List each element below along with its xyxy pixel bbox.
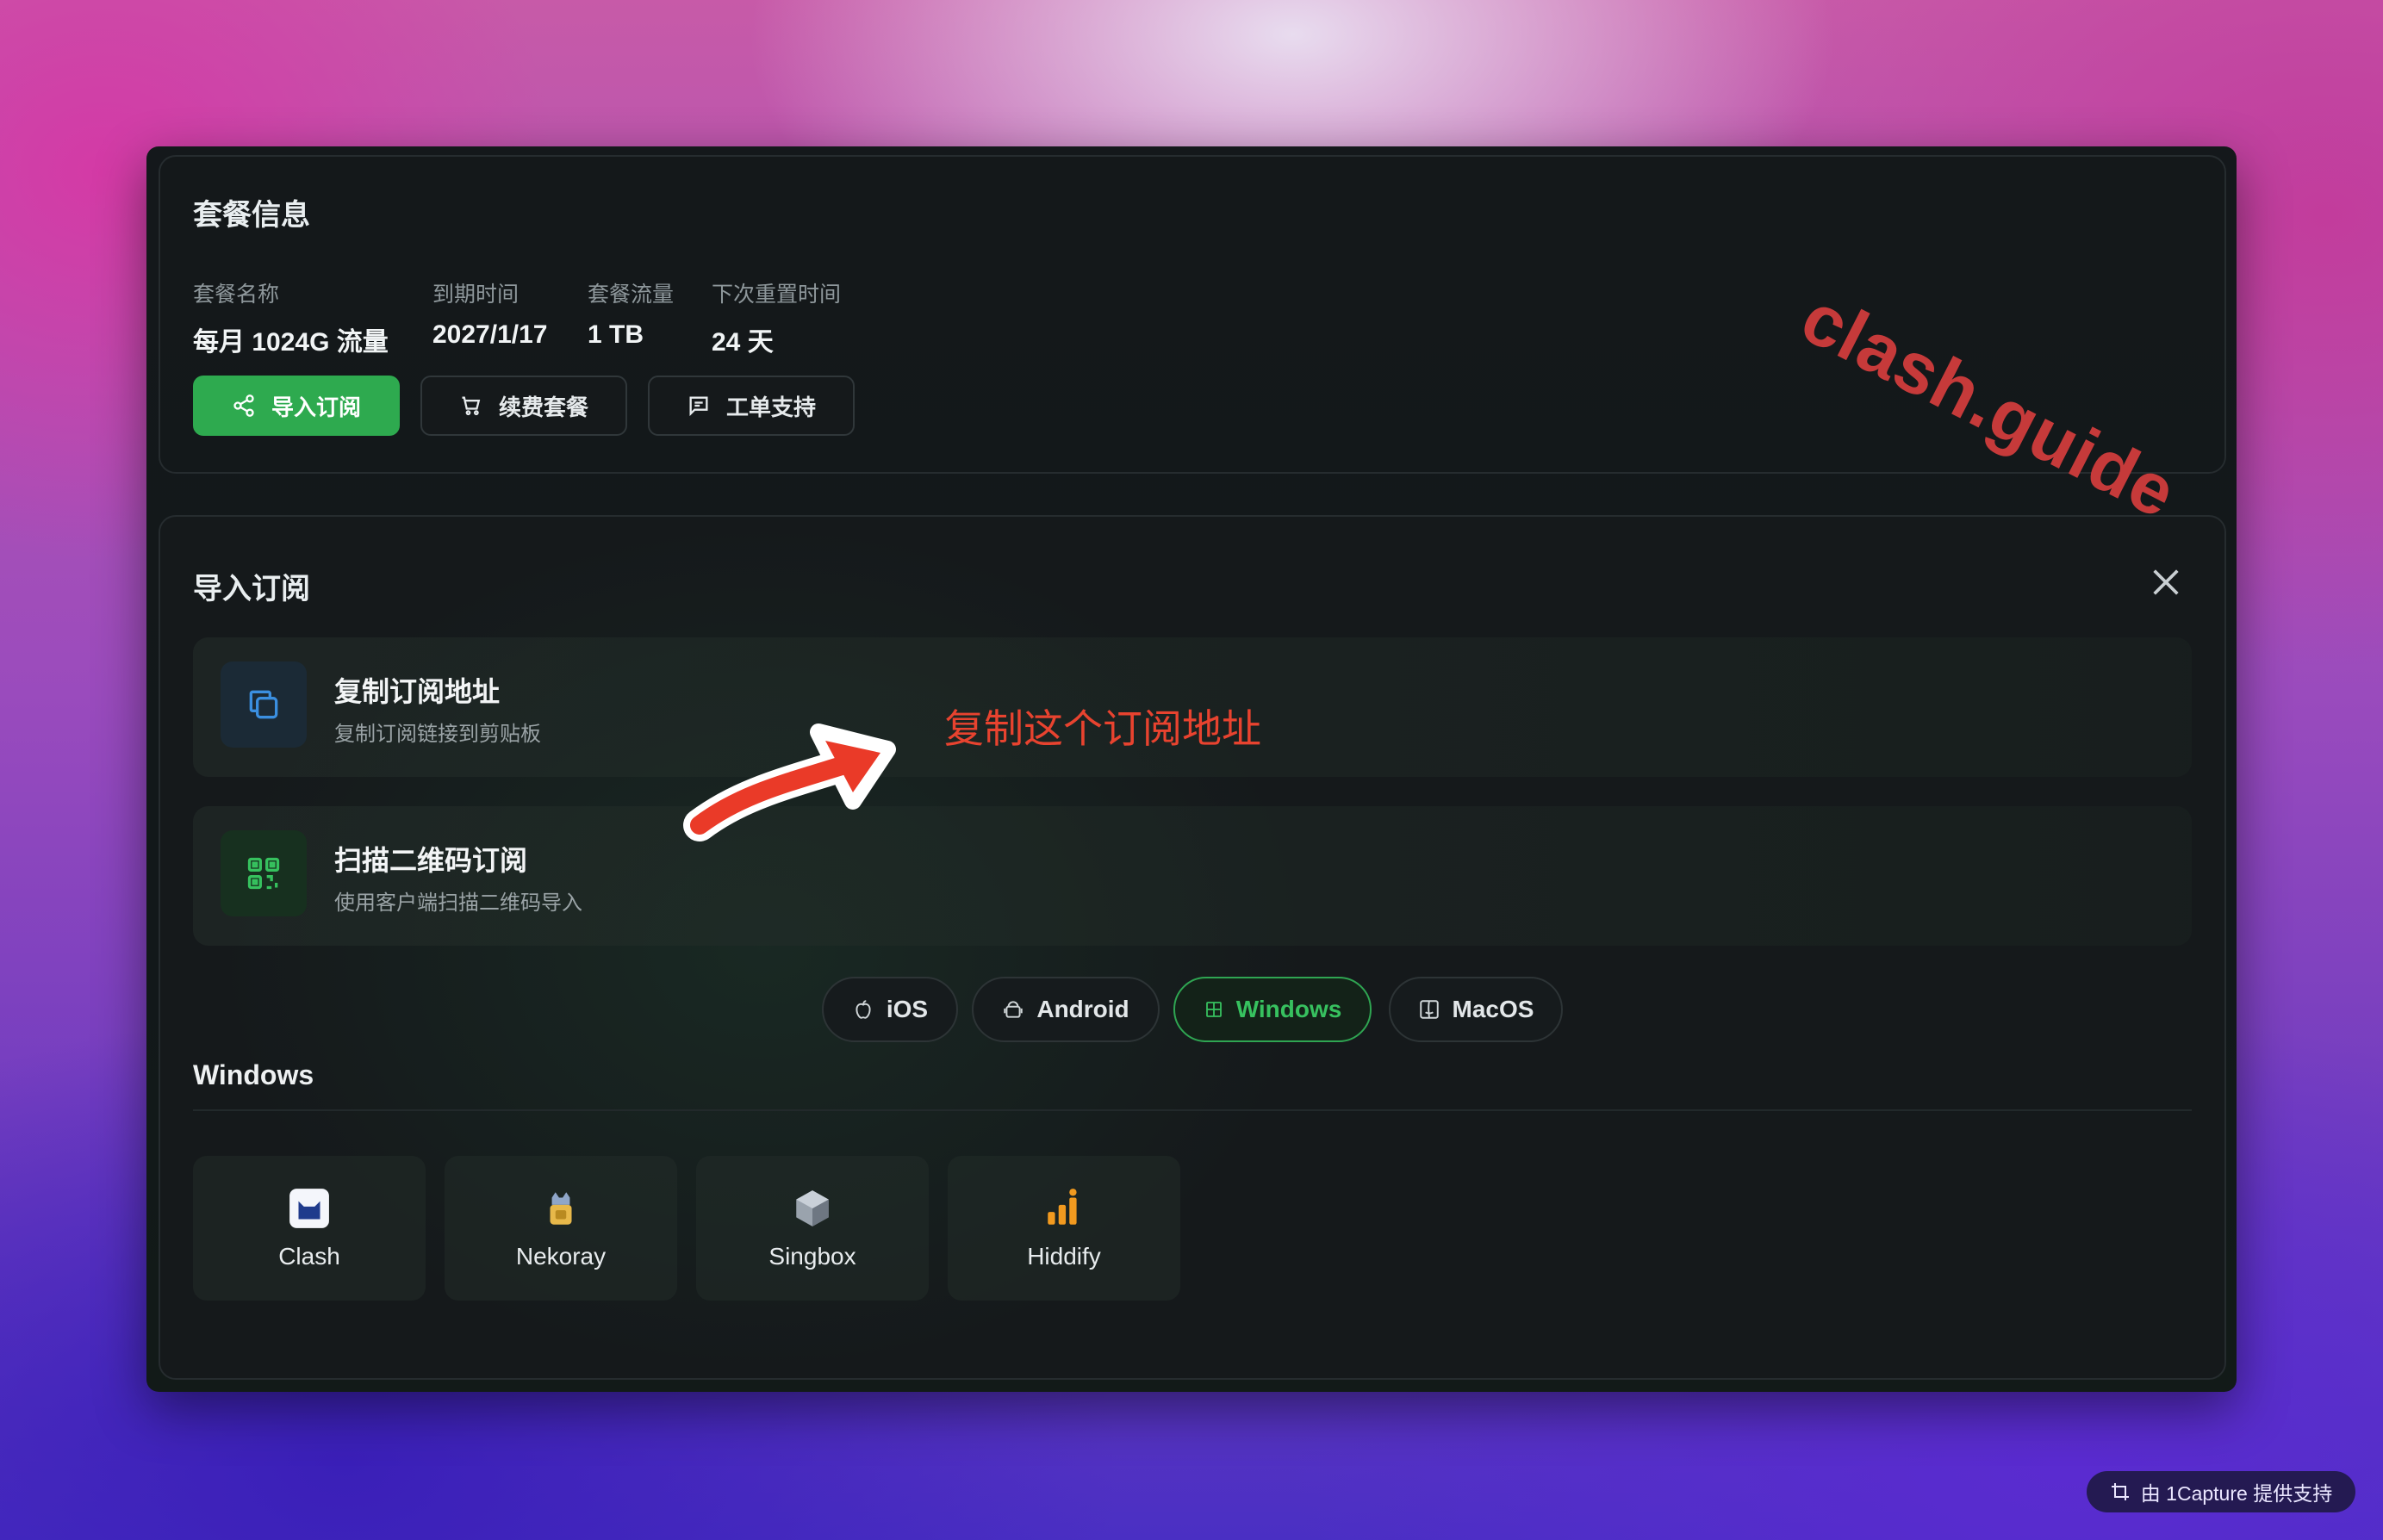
copy-subscription-subtitle: 复制订阅链接到剪贴板 (334, 723, 541, 746)
import-title: 导入订阅 (193, 573, 310, 605)
tab-android-label: Android (1036, 996, 1129, 1022)
plan-name-value: 每月 1024G 流量 (193, 328, 389, 357)
app-nekoray[interactable]: Nekoray (445, 1156, 677, 1301)
app-singbox-label: Singbox (768, 1243, 856, 1270)
finder-icon (1419, 1000, 1439, 1019)
app-window: 套餐信息 套餐名称 每月 1024G 流量 到期时间 2027/1/17 套餐流… (146, 146, 2237, 1392)
app-nekoray-label: Nekoray (515, 1243, 607, 1270)
app-clash[interactable]: Clash (193, 1156, 426, 1301)
scan-qrcode-title: 扫描二维码订阅 (334, 845, 528, 876)
traffic-label: 套餐流量 (588, 283, 675, 307)
capture-badge-label: 由 1Capture 提供支持 (2140, 1482, 2333, 1505)
import-subscription-button[interactable]: 导入订阅 (193, 376, 400, 436)
app-singbox[interactable]: Singbox (696, 1156, 929, 1301)
cart-icon (462, 396, 481, 416)
scan-qrcode-option[interactable]: 扫描二维码订阅 使用客户端扫描二维码导入 (193, 806, 2192, 946)
ticket-support-button[interactable]: 工单支持 (648, 376, 855, 436)
tab-windows[interactable]: Windows (1173, 977, 1372, 1042)
ticket-support-label: 工单支持 (725, 394, 816, 420)
singbox-icon (790, 1186, 835, 1231)
nekoray-icon (538, 1186, 583, 1231)
copy-icon (221, 661, 307, 748)
apple-icon (856, 1000, 871, 1019)
app-hiddify[interactable]: Hiddify (948, 1156, 1180, 1301)
share-icon (233, 394, 254, 417)
plan-name-label: 套餐名称 (193, 283, 280, 307)
message-icon (689, 396, 708, 417)
renew-plan-label: 续费套餐 (498, 394, 588, 420)
copy-subscription-title: 复制订阅地址 (334, 676, 501, 707)
tab-macos[interactable]: MacOS (1389, 977, 1563, 1042)
import-subscription-card: 导入订阅 复制订阅地址 复制订阅链接到剪贴板 扫描二维码订阅 使用客户端扫描二维… (159, 515, 2226, 1380)
annotation-text: 复制这个订阅地址 (944, 706, 1261, 751)
capture-badge[interactable]: 由 1Capture 提供支持 (2087, 1471, 2355, 1512)
tab-android[interactable]: Android (972, 977, 1160, 1042)
reset-label: 下次重置时间 (712, 283, 842, 307)
tab-ios[interactable]: iOS (822, 977, 958, 1042)
plan-info-card: 套餐信息 套餐名称 每月 1024G 流量 到期时间 2027/1/17 套餐流… (159, 155, 2226, 474)
app-clash-label: Clash (278, 1243, 340, 1270)
expiry-label: 到期时间 (432, 283, 520, 307)
platform-section-title: Windows (193, 1059, 314, 1090)
qrcode-icon (221, 830, 307, 916)
clash-icon (287, 1186, 332, 1231)
import-subscription-label: 导入订阅 (271, 394, 361, 420)
reset-value: 24 天 (712, 328, 774, 357)
crop-icon (2111, 1483, 2129, 1500)
expiry-value: 2027/1/17 (432, 320, 548, 349)
tab-ios-label: iOS (886, 996, 929, 1022)
scan-qrcode-subtitle: 使用客户端扫描二维码导入 (334, 891, 582, 915)
close-icon[interactable] (2149, 565, 2183, 599)
renew-plan-button[interactable]: 续费套餐 (420, 376, 627, 436)
annotation-arrow-icon (683, 723, 896, 841)
traffic-value: 1 TB (588, 320, 644, 349)
android-icon (1004, 1001, 1024, 1018)
app-hiddify-label: Hiddify (1027, 1243, 1101, 1270)
tab-windows-label: Windows (1235, 996, 1342, 1022)
hiddify-icon (1042, 1186, 1086, 1231)
tab-macos-label: MacOS (1452, 996, 1534, 1022)
section-divider (193, 1109, 2192, 1111)
plan-info-title: 套餐信息 (193, 199, 310, 232)
windows-icon (1205, 1002, 1222, 1017)
